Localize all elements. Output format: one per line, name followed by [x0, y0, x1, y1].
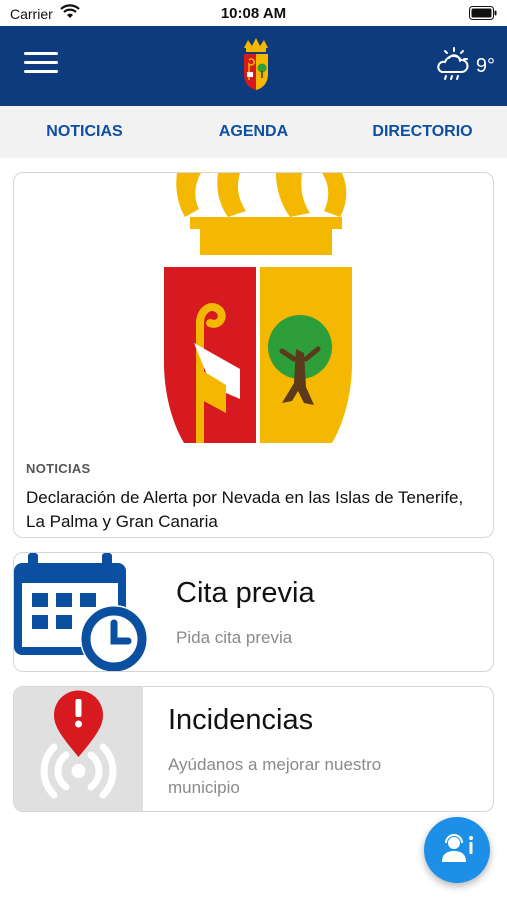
calendar-clock-icon — [14, 553, 154, 671]
incidencias-title: Incidencias — [168, 704, 314, 736]
app-header: 9° — [0, 26, 507, 106]
hamburger-icon-line — [24, 61, 58, 64]
temperature-label: 9° — [475, 55, 495, 77]
status-bar: Carrier 10:08 AM — [0, 0, 507, 26]
hamburger-icon-line — [24, 52, 58, 55]
cloud-rain-sun-icon — [432, 46, 472, 87]
cita-previa-subtitle: Pida cita previa — [176, 628, 293, 647]
location-alert-icon — [14, 687, 143, 811]
news-category: NOTICIAS — [26, 461, 91, 476]
weather-widget[interactable]: 9° — [432, 46, 495, 87]
incidencias-subtitle: Ayúdanos a mejorar nuestro municipio — [168, 755, 382, 797]
tab-noticias[interactable]: NOTICIAS — [0, 106, 169, 158]
tab-directorio[interactable]: DIRECTORIO — [338, 106, 507, 158]
incidencias-card[interactable]: Incidencias Ayúdanos a mejorar nuestro m… — [13, 686, 494, 812]
status-time: 10:08 AM — [220, 5, 287, 22]
news-image-coat-of-arms — [14, 173, 493, 447]
hamburger-icon-line — [24, 70, 58, 73]
support-agent-icon — [439, 832, 475, 869]
support-agent-button[interactable] — [424, 817, 490, 883]
cita-previa-card[interactable]: Cita previa Pida cita previa — [13, 552, 494, 672]
tab-agenda[interactable]: AGENDA — [169, 106, 338, 158]
news-title[interactable]: Declaración de Alerta por Nevada en las … — [26, 486, 486, 534]
battery-icon — [469, 6, 497, 25]
cita-previa-title: Cita previa — [176, 577, 315, 609]
coat-of-arms-logo[interactable] — [240, 38, 272, 97]
news-card[interactable]: NOTICIAS Declaración de Alerta por Nevad… — [13, 172, 494, 538]
menu-button[interactable] — [24, 52, 58, 80]
tab-bar: NOTICIAS AGENDA DIRECTORIO — [0, 106, 507, 158]
